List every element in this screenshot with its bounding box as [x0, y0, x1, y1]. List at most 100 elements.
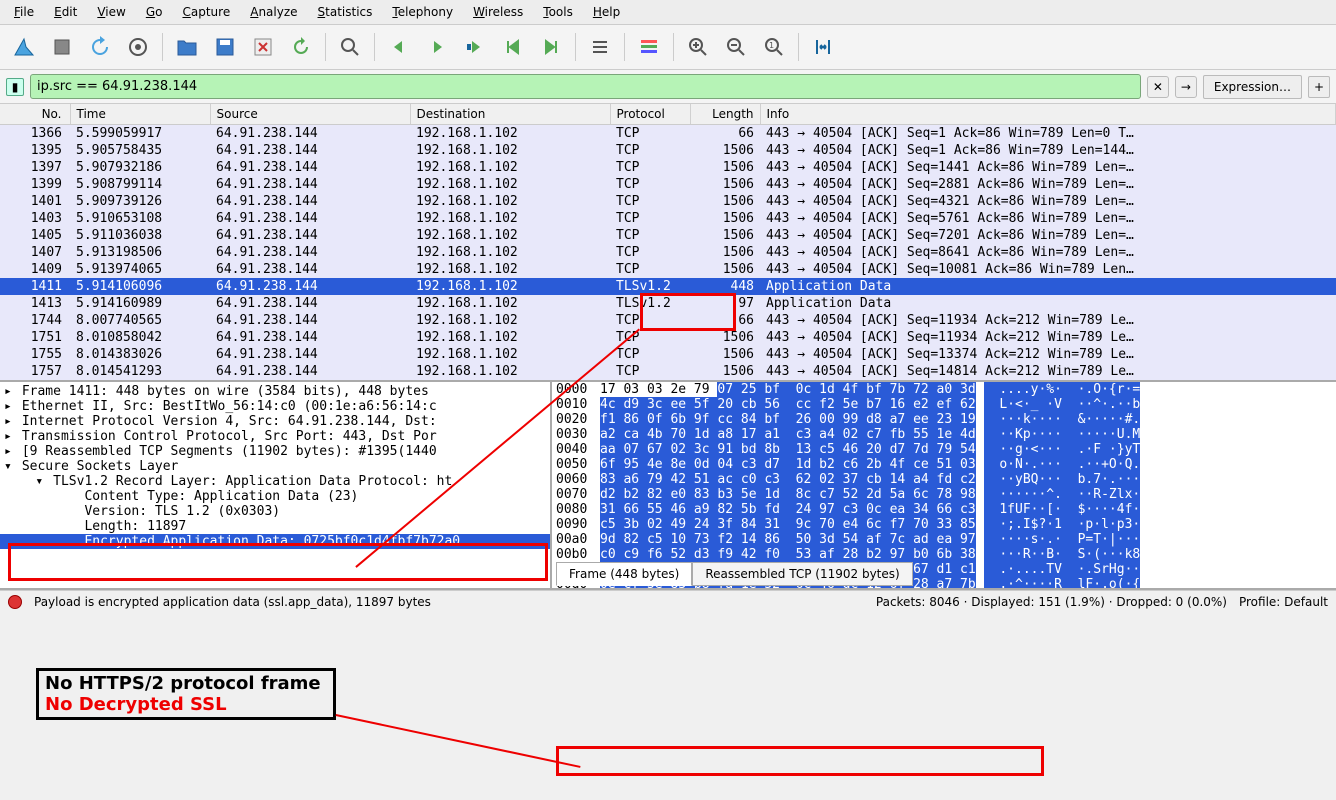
column-source[interactable]: Source — [210, 104, 410, 125]
go-first-icon[interactable] — [495, 29, 531, 65]
tree-line[interactable]: Frame 1411: 448 bytes on wire (3584 bits… — [0, 384, 550, 399]
tree-line[interactable]: Content Type: Application Data (23) — [0, 489, 550, 504]
tree-line[interactable]: [9 Reassembled TCP Segments (11902 bytes… — [0, 444, 550, 459]
go-last-icon[interactable] — [533, 29, 569, 65]
packet-row[interactable]: 14055.91103603864.91.238.144192.168.1.10… — [0, 227, 1336, 244]
annotation-text-box: No HTTPS/2 protocol frame No Decrypted S… — [36, 668, 336, 720]
go-to-packet-icon[interactable] — [457, 29, 493, 65]
display-filter-input[interactable] — [30, 74, 1141, 99]
menu-analyze[interactable]: Analyze — [240, 2, 307, 22]
packet-row[interactable]: 14015.90973912664.91.238.144192.168.1.10… — [0, 193, 1336, 210]
bytes-tab-reassembled[interactable]: Reassembled TCP (11902 bytes) — [692, 562, 912, 586]
column-destination[interactable]: Destination — [410, 104, 610, 125]
svg-text:1: 1 — [769, 41, 774, 50]
packet-list-pane[interactable]: No. Time Source Destination Protocol Len… — [0, 104, 1336, 382]
apply-filter-button[interactable]: → — [1175, 76, 1197, 98]
packet-row[interactable]: 13955.90575843564.91.238.144192.168.1.10… — [0, 142, 1336, 159]
hex-line[interactable]: 0020f1 86 0f 6b 9f cc 84 bf 26 00 99 d8 … — [552, 412, 1336, 427]
packet-row[interactable]: 17518.01085804264.91.238.144192.168.1.10… — [0, 329, 1336, 346]
hex-line[interactable]: 00b0c0 c9 f6 52 d3 f9 42 f0 53 af 28 b2 … — [552, 547, 1336, 562]
hex-line[interactable]: 000017 03 03 2e 79 07 25 bf 0c 1d 4f bf … — [552, 382, 1336, 397]
menu-wireless[interactable]: Wireless — [463, 2, 533, 22]
packet-list-header[interactable]: No. Time Source Destination Protocol Len… — [0, 104, 1336, 125]
packet-row[interactable]: 17558.01438302664.91.238.144192.168.1.10… — [0, 346, 1336, 363]
annotation-label-2: No Decrypted SSL — [45, 694, 327, 715]
zoom-out-icon[interactable] — [718, 29, 754, 65]
menu-telephony[interactable]: Telephony — [382, 2, 463, 22]
display-filter-bar: ▮ ✕ → Expression… + — [0, 70, 1336, 104]
menu-capture[interactable]: Capture — [172, 2, 240, 22]
tree-line[interactable]: Internet Protocol Version 4, Src: 64.91.… — [0, 414, 550, 429]
status-hint: Payload is encrypted application data (s… — [34, 595, 431, 609]
tree-line[interactable]: Version: TLS 1.2 (0x0303) — [0, 504, 550, 519]
find-packet-icon[interactable] — [332, 29, 368, 65]
tree-line[interactable]: Transmission Control Protocol, Src Port:… — [0, 429, 550, 444]
packet-row[interactable]: 14115.91410609664.91.238.144192.168.1.10… — [0, 278, 1336, 295]
hex-line[interactable]: 00506f 95 4e 8e 0d 04 c3 d7 1d b2 c6 2b … — [552, 457, 1336, 472]
packet-row[interactable]: 17448.00774056564.91.238.144192.168.1.10… — [0, 312, 1336, 329]
packet-row[interactable]: 14075.91319850664.91.238.144192.168.1.10… — [0, 244, 1336, 261]
menu-help[interactable]: Help — [583, 2, 630, 22]
expert-info-icon[interactable] — [8, 595, 22, 609]
hex-line[interactable]: 0070d2 b2 82 e0 83 b3 5e 1d 8c c7 52 2d … — [552, 487, 1336, 502]
resize-columns-icon[interactable] — [805, 29, 841, 65]
capture-options-icon[interactable] — [120, 29, 156, 65]
packet-row[interactable]: 13995.90879911464.91.238.144192.168.1.10… — [0, 176, 1336, 193]
hex-line[interactable]: 0030a2 ca 4b 70 1d a8 17 a1 c3 a4 02 c7 … — [552, 427, 1336, 442]
hex-line[interactable]: 00104c d9 3c ee 5f 20 cb 56 cc f2 5e b7 … — [552, 397, 1336, 412]
close-file-icon[interactable] — [245, 29, 281, 65]
go-back-icon[interactable] — [381, 29, 417, 65]
menu-view[interactable]: View — [87, 2, 135, 22]
menu-go[interactable]: Go — [136, 2, 173, 22]
packet-row[interactable]: 14095.91397406564.91.238.144192.168.1.10… — [0, 261, 1336, 278]
shark-fin-icon[interactable] — [6, 29, 42, 65]
menu-statistics[interactable]: Statistics — [308, 2, 383, 22]
open-file-icon[interactable] — [169, 29, 205, 65]
zoom-in-icon[interactable] — [680, 29, 716, 65]
annotation-box-tabs — [556, 746, 1044, 776]
column-length[interactable]: Length — [690, 104, 760, 125]
annotation-label-1: No HTTPS/2 protocol frame — [45, 673, 327, 694]
main-toolbar: 1 — [0, 25, 1336, 70]
tree-line[interactable]: Encrypted Application Data: 0725bf0c1d4f… — [0, 534, 550, 549]
column-info[interactable]: Info — [760, 104, 1336, 125]
column-protocol[interactable]: Protocol — [610, 104, 690, 125]
restart-capture-icon[interactable] — [82, 29, 118, 65]
hex-line[interactable]: 008031 66 55 46 a9 82 5b fd 24 97 c3 0c … — [552, 502, 1336, 517]
go-forward-icon[interactable] — [419, 29, 455, 65]
menu-file[interactable]: File — [4, 2, 44, 22]
tree-line[interactable]: Ethernet II, Src: BestItWo_56:14:c0 (00:… — [0, 399, 550, 414]
packet-details-pane[interactable]: Frame 1411: 448 bytes on wire (3584 bits… — [0, 382, 550, 588]
tree-line[interactable]: Secure Sockets Layer — [0, 459, 550, 474]
reload-file-icon[interactable] — [283, 29, 319, 65]
expression-button[interactable]: Expression… — [1203, 75, 1302, 99]
packet-bytes-pane[interactable]: 000017 03 03 2e 79 07 25 bf 0c 1d 4f bf … — [550, 382, 1336, 588]
zoom-reset-icon[interactable]: 1 — [756, 29, 792, 65]
filter-bookmark-icon[interactable]: ▮ — [6, 78, 24, 96]
stop-capture-icon[interactable] — [44, 29, 80, 65]
packet-row[interactable]: 13665.59905991764.91.238.144192.168.1.10… — [0, 125, 1336, 143]
annotation-line-2 — [336, 714, 581, 768]
bytes-tab-frame[interactable]: Frame (448 bytes) — [556, 562, 692, 586]
column-time[interactable]: Time — [70, 104, 210, 125]
clear-filter-button[interactable]: ✕ — [1147, 76, 1169, 98]
hex-line[interactable]: 006083 a6 79 42 51 ac c0 c3 62 02 37 cb … — [552, 472, 1336, 487]
colorize-icon[interactable] — [631, 29, 667, 65]
packet-row[interactable]: 14135.91416098964.91.238.144192.168.1.10… — [0, 295, 1336, 312]
packet-row[interactable]: 17578.01454129364.91.238.144192.168.1.10… — [0, 363, 1336, 380]
column-no[interactable]: No. — [0, 104, 70, 125]
hex-line[interactable]: 00a09d 82 c5 10 73 f2 14 86 50 3d 54 af … — [552, 532, 1336, 547]
packet-row[interactable]: 14035.91065310864.91.238.144192.168.1.10… — [0, 210, 1336, 227]
hex-line[interactable]: 0040aa 07 67 02 3c 91 bd 8b 13 c5 46 20 … — [552, 442, 1336, 457]
menu-edit[interactable]: Edit — [44, 2, 87, 22]
status-bar: Payload is encrypted application data (s… — [0, 590, 1336, 613]
packet-row[interactable]: 13975.90793218664.91.238.144192.168.1.10… — [0, 159, 1336, 176]
tree-line[interactable]: TLSv1.2 Record Layer: Application Data P… — [0, 474, 550, 489]
tree-line[interactable]: Length: 11897 — [0, 519, 550, 534]
hex-line[interactable]: 0090c5 3b 02 49 24 3f 84 31 9c 70 e4 6c … — [552, 517, 1336, 532]
status-profile[interactable]: Profile: Default — [1239, 595, 1328, 609]
save-file-icon[interactable] — [207, 29, 243, 65]
add-filter-button[interactable]: + — [1308, 76, 1330, 98]
menu-tools[interactable]: Tools — [533, 2, 583, 22]
auto-scroll-icon[interactable] — [582, 29, 618, 65]
